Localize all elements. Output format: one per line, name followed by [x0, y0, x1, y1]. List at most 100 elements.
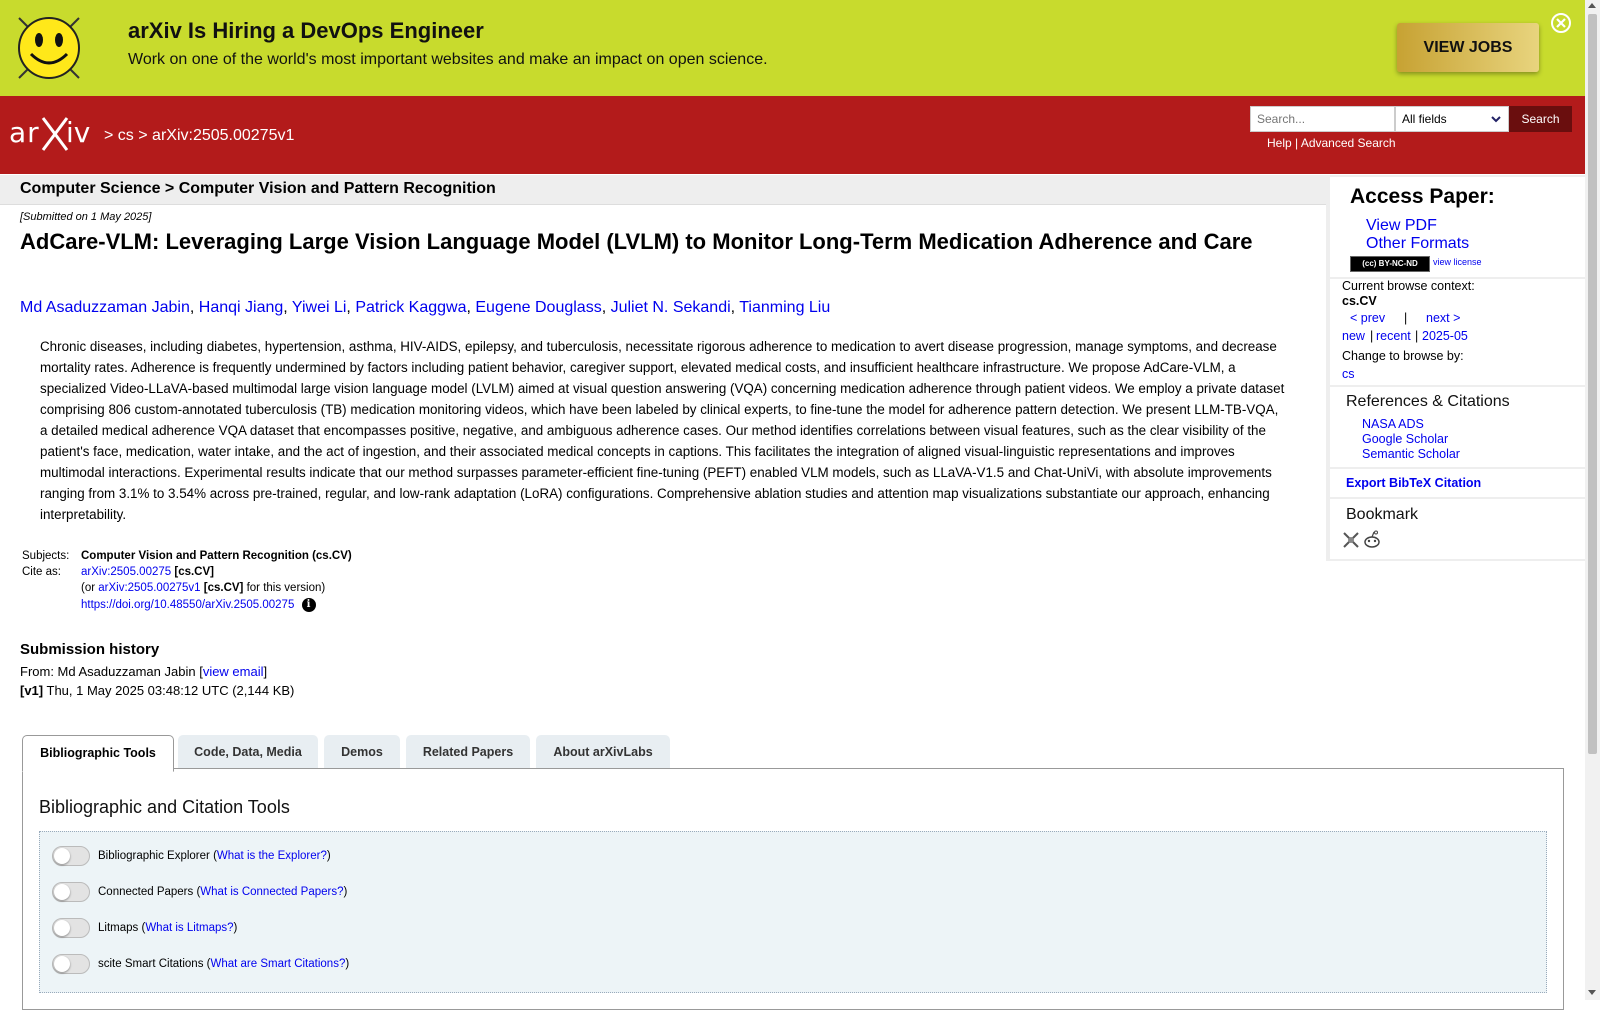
- search-field-value: All fields: [1402, 112, 1447, 126]
- right-sidebar: Access Paper: View PDF Other Formats (cc…: [1326, 175, 1585, 561]
- author-link[interactable]: Hanqi Jiang: [199, 299, 284, 316]
- version-label: [v1]: [20, 683, 44, 698]
- search-field-select[interactable]: All fields: [1395, 106, 1509, 132]
- panel-title: Bibliographic and Citation Tools: [39, 797, 290, 817]
- other-formats-link[interactable]: Other Formats: [1366, 235, 1469, 253]
- breadcrumb: > cs > arXiv:2505.00275v1: [104, 127, 294, 145]
- arxiv-logo[interactable]: ar iv: [9, 114, 101, 154]
- tool-row-scite: scite Smart Citations (What are Smart Ci…: [52, 954, 349, 974]
- month-link[interactable]: 2025-05: [1422, 329, 1468, 343]
- semantic-scholar-link[interactable]: Semantic Scholar: [1362, 447, 1460, 461]
- prev-link[interactable]: < prev: [1350, 311, 1385, 325]
- author-link[interactable]: Tianming Liu: [739, 299, 830, 316]
- toggle-switch[interactable]: [52, 954, 90, 974]
- submission-date: [Submitted on 1 May 2025]: [20, 211, 152, 223]
- author-link[interactable]: Md Asaduzzaman Jabin: [20, 299, 190, 316]
- search-input[interactable]: [1250, 106, 1395, 132]
- author-separator: ,: [346, 299, 356, 316]
- scroll-up-arrow-icon[interactable]: [1588, 3, 1596, 8]
- help-link[interactable]: Help: [1267, 136, 1292, 150]
- submission-history-heading: Submission history: [20, 641, 160, 658]
- breadcrumb-cs[interactable]: cs: [118, 127, 134, 144]
- from-suffix: ]: [263, 664, 268, 679]
- help-links: Help | Advanced Search: [1267, 136, 1396, 150]
- cite-v1-link[interactable]: arXiv:2505.00275v1: [98, 582, 200, 594]
- browse-context-value: cs.CV: [1342, 294, 1377, 308]
- cite-for-version: for this version): [243, 582, 326, 594]
- hiring-banner: arXiv Is Hiring a DevOps Engineer Work o…: [0, 0, 1585, 96]
- cite-arxiv-link[interactable]: arXiv:2505.00275: [81, 566, 171, 578]
- separator: |: [1404, 311, 1408, 325]
- svg-text:ar: ar: [9, 116, 40, 149]
- access-paper-box: Access Paper: View PDF Other Formats (cc…: [1330, 177, 1585, 277]
- tool-info-link[interactable]: What is Litmaps?: [145, 922, 233, 934]
- close-icon[interactable]: [1550, 12, 1572, 34]
- search-button[interactable]: Search: [1509, 106, 1572, 132]
- tool-info-link[interactable]: What is Connected Papers?: [200, 886, 343, 898]
- bookmark-box: Bookmark: [1330, 499, 1585, 559]
- tab-demos[interactable]: Demos: [324, 735, 400, 769]
- next-link[interactable]: next >: [1426, 311, 1460, 325]
- bibsonomy-icon[interactable]: [1342, 531, 1360, 549]
- tab-bibliographic-tools[interactable]: Bibliographic Tools: [22, 735, 174, 772]
- tab-about-arxivlabs[interactable]: About arXivLabs: [536, 735, 670, 769]
- tools-list: Bibliographic Explorer (What is the Expl…: [39, 831, 1547, 993]
- tool-info-link[interactable]: What is the Explorer?: [217, 850, 327, 862]
- author-link[interactable]: Yiwei Li: [292, 299, 347, 316]
- view-license-link[interactable]: view license: [1433, 257, 1482, 267]
- google-scholar-link[interactable]: Google Scholar: [1362, 432, 1448, 446]
- references-heading: References & Citations: [1346, 393, 1510, 410]
- breadcrumb-paper-id: arXiv:2505.00275v1: [152, 127, 295, 144]
- metadata-table: Subjects: Computer Vision and Pattern Re…: [20, 549, 354, 615]
- author-link[interactable]: Eugene Douglass: [475, 299, 601, 316]
- author-link[interactable]: Patrick Kaggwa: [355, 299, 466, 316]
- view-email-link[interactable]: view email: [203, 664, 264, 679]
- tab-related-papers[interactable]: Related Papers: [406, 735, 530, 769]
- tool-info-link[interactable]: What are Smart Citations?: [210, 958, 345, 970]
- recent-link[interactable]: recent: [1376, 329, 1411, 343]
- export-bibtex-link[interactable]: Export BibTeX Citation: [1346, 476, 1481, 490]
- author-link[interactable]: Juliet N. Sekandi: [611, 299, 731, 316]
- change-browse-label: Change to browse by:: [1342, 349, 1464, 363]
- paper-title: AdCare-VLM: Leveraging Large Vision Lang…: [20, 229, 1253, 254]
- toggle-switch[interactable]: [52, 882, 90, 902]
- banner-text: Work on one of the world's most importan…: [128, 51, 768, 68]
- tool-name: Litmaps: [98, 922, 139, 935]
- smiley-icon: [18, 17, 80, 79]
- reddit-icon[interactable]: [1362, 530, 1382, 550]
- toggle-switch[interactable]: [52, 846, 90, 866]
- scrollbar[interactable]: [1585, 0, 1600, 1000]
- tool-name: Bibliographic Explorer: [98, 850, 210, 863]
- tab-panel: Bibliographic and Citation Tools Bibliog…: [22, 768, 1564, 1010]
- separator: |: [1295, 136, 1299, 150]
- tab-code-data-media[interactable]: Code, Data, Media: [178, 735, 318, 769]
- cite-as-label: Cite as:: [22, 566, 61, 578]
- breadcrumb-separator: >: [104, 127, 114, 144]
- toggle-switch[interactable]: [52, 918, 90, 938]
- author-separator: ,: [601, 299, 611, 316]
- info-icon[interactable]: i: [301, 598, 316, 612]
- cite-or-prefix: (or: [81, 582, 99, 594]
- author-separator: ,: [730, 299, 740, 316]
- author-list: Md Asaduzzaman Jabin, Hanqi Jiang, Yiwei…: [20, 299, 830, 317]
- svg-text:iv: iv: [66, 116, 90, 149]
- scroll-thumb[interactable]: [1588, 14, 1597, 754]
- separator: |: [1370, 329, 1374, 343]
- chevron-down-icon: [1491, 116, 1501, 123]
- from-text: From: Md Asaduzzaman Jabin [: [20, 664, 203, 679]
- abstract: Chronic diseases, including diabetes, hy…: [40, 339, 1285, 522]
- view-pdf-link[interactable]: View PDF: [1366, 217, 1437, 235]
- tool-row-litmaps: Litmaps (What is Litmaps?): [52, 918, 237, 938]
- nasa-ads-link[interactable]: NASA ADS: [1362, 417, 1424, 431]
- scroll-down-arrow-icon[interactable]: [1588, 990, 1596, 995]
- version-details: Thu, 1 May 2025 03:48:12 UTC (2,144 KB): [43, 683, 295, 698]
- references-box: References & Citations NASA ADS Google S…: [1330, 387, 1585, 467]
- new-link[interactable]: new: [1342, 329, 1365, 343]
- cc-license-badge[interactable]: (cc) BY-NC-ND: [1350, 256, 1430, 272]
- browse-context-label: Current browse context:: [1342, 279, 1475, 293]
- advanced-search-link[interactable]: Advanced Search: [1301, 136, 1396, 150]
- site-header: ar iv > cs > arXiv:2505.00275v1 All fiel…: [0, 96, 1585, 174]
- view-jobs-button[interactable]: VIEW JOBS: [1397, 23, 1539, 72]
- browse-cs-link[interactable]: cs: [1342, 367, 1355, 381]
- doi-link[interactable]: https://doi.org/10.48550/arXiv.2505.0027…: [81, 599, 294, 611]
